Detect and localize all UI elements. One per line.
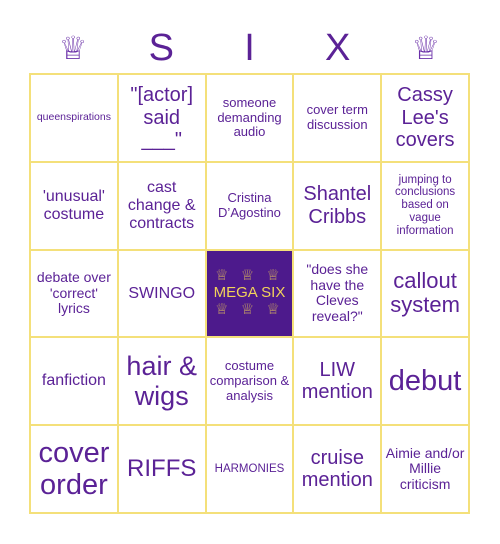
header-letter-x: X [324, 26, 351, 69]
cell-label: cast change & contracts [127, 178, 196, 232]
cell-label: "does she have the Cleves reveal?" [306, 261, 369, 325]
crown-icon: ♕ ♕ ♕ [215, 301, 284, 319]
bingo-cell[interactable]: debate over 'correct' lyrics [30, 249, 118, 338]
cell-label: Cristina D’Agostino [218, 190, 281, 220]
cell-label: 'unusual' costume [42, 187, 105, 223]
bingo-cell[interactable]: cover order [30, 425, 118, 513]
cell-label: jumping to conclusions based on vague in… [395, 173, 456, 238]
cell-label: cruise mention [301, 446, 373, 492]
cell-label: Shantel Cribbs [303, 183, 372, 228]
bingo-cell[interactable]: Shantel Cribbs [293, 161, 382, 250]
crown-icon: ♕ [58, 29, 88, 66]
bingo-cell[interactable]: Aimie and/or Millie criticism [381, 425, 469, 513]
bingo-cell[interactable]: hair & wigs [117, 337, 206, 426]
bingo-cell[interactable]: queenspirations [30, 74, 118, 162]
cell-label: Aimie and/or Millie criticism [385, 444, 465, 492]
header-letter-i: I [244, 26, 255, 69]
cell-label: debate over 'correct' lyrics [36, 268, 111, 317]
cell-label: LIW mention [301, 358, 373, 404]
bingo-cell[interactable]: Cassy Lee's covers [381, 74, 469, 162]
bingo-cell[interactable]: cruise mention [293, 425, 382, 513]
bingo-cell[interactable]: debut [381, 337, 469, 426]
cell-label: cover order [38, 436, 110, 502]
cell-label: cover term discussion [306, 102, 368, 132]
bingo-cell[interactable]: 'unusual' costume [30, 161, 118, 250]
crown-icon: ♕ ♕ ♕ [215, 266, 284, 284]
bingo-cell[interactable]: someone demanding audio [205, 74, 294, 162]
bingo-grid: queenspirations "[actor] said ___" someo… [29, 73, 470, 514]
bingo-cell[interactable]: RIFFS [117, 425, 206, 513]
header-letter-s: S [148, 26, 174, 69]
cell-label: HARMONIES [214, 462, 285, 475]
cell-label: debut [388, 365, 462, 398]
cell-label: Cassy Lee's covers [395, 84, 455, 152]
cell-label: SWINGO [128, 284, 196, 302]
bingo-cell[interactable]: Cristina D’Agostino [205, 161, 294, 250]
bingo-cell[interactable]: HARMONIES [205, 425, 294, 513]
free-space[interactable]: ♕ ♕ ♕ MEGA SIX ♕ ♕ ♕ [205, 249, 294, 338]
bingo-cell[interactable]: callout system [381, 249, 469, 338]
bingo-cell[interactable]: "[actor] said ___" [117, 74, 206, 162]
bingo-cell[interactable]: cast change & contracts [117, 161, 206, 250]
bingo-cell[interactable]: costume comparison & analysis [205, 337, 294, 426]
cell-label: RIFFS [127, 454, 197, 482]
free-space-label: MEGA SIX [213, 284, 286, 302]
bingo-cell[interactable]: fanfiction [30, 337, 118, 426]
bingo-cell[interactable]: cover term discussion [293, 74, 382, 162]
bingo-cell[interactable]: SWINGO [117, 249, 206, 338]
crown-icon: ♕ [411, 29, 441, 66]
cell-label: callout system [390, 267, 460, 318]
cell-label: costume comparison & analysis [209, 358, 290, 403]
cell-label: queenspirations [36, 111, 111, 124]
cell-label: "[actor] said ___" [130, 84, 194, 152]
bingo-cell[interactable]: LIW mention [293, 337, 382, 426]
bingo-cell[interactable]: jumping to conclusions based on vague in… [381, 161, 469, 250]
bingo-cell[interactable]: "does she have the Cleves reveal?" [293, 249, 382, 338]
cell-label: hair & wigs [126, 351, 197, 412]
cell-label: fanfiction [41, 372, 106, 390]
bingo-header: ♕ S I X ♕ [29, 22, 470, 73]
cell-label: someone demanding audio [217, 95, 282, 140]
